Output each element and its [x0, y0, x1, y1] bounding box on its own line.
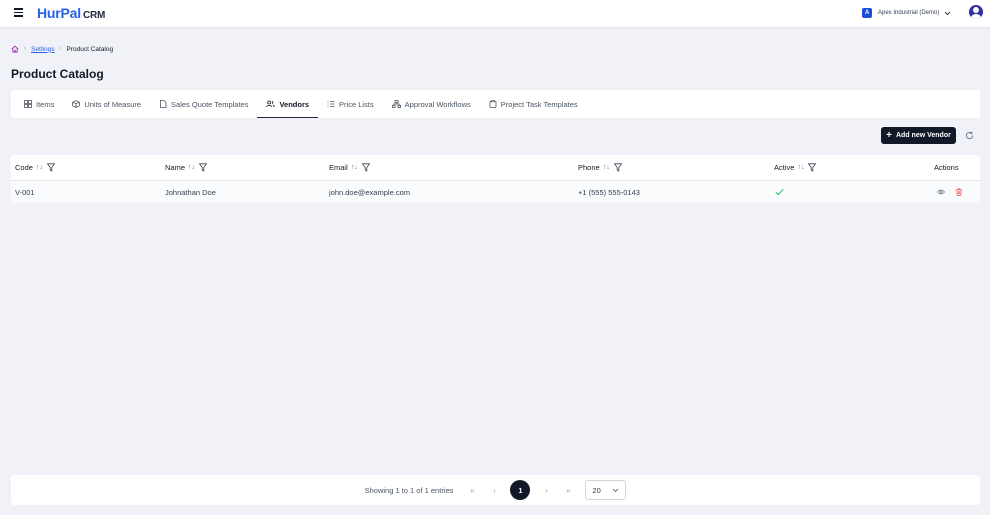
- cell-actions: [937, 181, 963, 203]
- vendors-table: Code ↑↓ Name ↑↓ Email ↑↓ Phone ↑↓ Active…: [11, 155, 980, 203]
- tab-units-of-measure[interactable]: Units of Measure: [63, 90, 150, 118]
- filter-icon[interactable]: [199, 163, 208, 172]
- add-vendor-button[interactable]: + Add new Vendor: [881, 127, 956, 144]
- delete-icon[interactable]: [955, 188, 963, 196]
- pagination-footer: Showing 1 to 1 of 1 entries « ‹ 1 › » 20: [11, 475, 980, 505]
- column-header-name[interactable]: Name ↑↓: [165, 155, 208, 180]
- chevron-down-icon: [613, 488, 619, 492]
- tab-label: Vendors: [279, 99, 310, 109]
- users-icon: [266, 100, 276, 108]
- cell-name: Johnathan Doe: [165, 187, 216, 197]
- column-header-actions: Actions: [934, 155, 959, 180]
- prev-page-button[interactable]: ‹: [486, 486, 502, 495]
- pagination-summary: Showing 1 to 1 of 1 entries: [364, 485, 454, 495]
- sort-icon[interactable]: ↑↓: [797, 164, 804, 171]
- list-icon: [327, 100, 335, 108]
- top-bar: HurPal CRM A Apex Industrial (Demo): [0, 0, 990, 28]
- grid-icon: [24, 100, 32, 108]
- tab-vendors[interactable]: Vendors: [257, 90, 318, 118]
- cell-phone: +1 (555) 555-0143: [578, 187, 640, 197]
- tab-approval-workflows[interactable]: Approval Workflows: [383, 90, 480, 118]
- clipboard-icon: [489, 100, 497, 108]
- tab-label: Project Task Templates: [500, 99, 578, 109]
- table-header: Code ↑↓ Name ↑↓ Email ↑↓ Phone ↑↓ Active…: [11, 155, 980, 181]
- column-header-phone[interactable]: Phone ↑↓: [578, 155, 622, 180]
- sort-icon[interactable]: ↑↓: [188, 164, 195, 171]
- cell-email: john.doe@example.com: [329, 187, 410, 197]
- tab-label: Units of Measure: [84, 99, 142, 109]
- logo-text: HurPal: [37, 5, 81, 21]
- column-label: Active: [774, 163, 795, 172]
- logo-suffix: CRM: [82, 10, 106, 21]
- user-avatar[interactable]: [969, 5, 983, 19]
- page-size-select[interactable]: 20: [585, 480, 627, 500]
- tab-label: Approval Workflows: [404, 99, 471, 109]
- column-label: Code: [15, 163, 33, 172]
- tab-label: Items: [36, 99, 55, 109]
- tab-label: Price Lists: [339, 99, 374, 109]
- company-badge-icon: A: [862, 8, 872, 18]
- tab-sales-quote-templates[interactable]: Sales Quote Templates: [150, 90, 257, 118]
- cell-active: [775, 181, 784, 203]
- tab-label: Sales Quote Templates: [171, 99, 249, 109]
- company-name: Apex Industrial (Demo): [878, 10, 940, 16]
- refresh-icon[interactable]: [965, 131, 974, 140]
- app-logo[interactable]: HurPal CRM: [37, 5, 105, 21]
- column-header-active[interactable]: Active ↑↓: [774, 155, 817, 180]
- tab-price-lists[interactable]: Price Lists: [318, 90, 383, 118]
- view-icon[interactable]: [937, 188, 945, 196]
- filter-icon[interactable]: [46, 163, 55, 172]
- filter-icon[interactable]: [808, 163, 817, 172]
- page-size-value: 20: [592, 485, 601, 495]
- chevron-down-icon: [945, 11, 951, 15]
- workflow-icon: [391, 100, 401, 108]
- column-header-email[interactable]: Email ↑↓: [329, 155, 370, 180]
- box-icon: [72, 100, 81, 108]
- first-page-button[interactable]: «: [464, 486, 480, 495]
- tab-items[interactable]: Items: [15, 90, 63, 118]
- column-label: Phone: [578, 163, 600, 172]
- column-label: Email: [329, 163, 348, 172]
- breadcrumb-separator: ›: [59, 46, 62, 52]
- breadcrumb-settings-link[interactable]: Settings: [31, 46, 55, 53]
- sort-icon[interactable]: ↑↓: [351, 164, 358, 171]
- column-label: Name: [165, 163, 186, 172]
- menu-icon[interactable]: [14, 8, 23, 17]
- sort-icon[interactable]: ↑↓: [603, 164, 610, 171]
- cell-code: V-001: [15, 187, 35, 197]
- breadcrumb-current: Product Catalog: [66, 45, 114, 53]
- filter-icon[interactable]: [361, 163, 370, 172]
- last-page-button[interactable]: »: [560, 486, 576, 495]
- sort-icon[interactable]: ↑↓: [36, 164, 43, 171]
- add-vendor-label: Add new Vendor: [896, 132, 951, 139]
- breadcrumb: › Settings › Product Catalog: [11, 45, 113, 53]
- page-title: Product Catalog: [11, 67, 104, 81]
- pagination: Showing 1 to 1 of 1 entries « ‹ 1 › » 20: [11, 475, 980, 505]
- plus-icon: +: [886, 129, 892, 141]
- table-row[interactable]: V-001 Johnathan Doe john.doe@example.com…: [11, 181, 980, 203]
- company-switcher[interactable]: A Apex Industrial (Demo): [862, 7, 951, 19]
- home-icon[interactable]: [11, 45, 19, 53]
- filter-icon[interactable]: [613, 163, 622, 172]
- column-label: Actions: [934, 163, 959, 172]
- file-icon: [159, 100, 167, 108]
- page-number-button[interactable]: 1: [510, 480, 531, 500]
- tab-bar: Items Units of Measure Sales Quote Templ…: [11, 90, 980, 118]
- next-page-button[interactable]: ›: [538, 486, 554, 495]
- check-icon: [775, 188, 784, 196]
- tab-project-task-templates[interactable]: Project Task Templates: [480, 90, 587, 118]
- column-header-code[interactable]: Code ↑↓: [15, 155, 55, 180]
- breadcrumb-separator: ›: [24, 46, 26, 52]
